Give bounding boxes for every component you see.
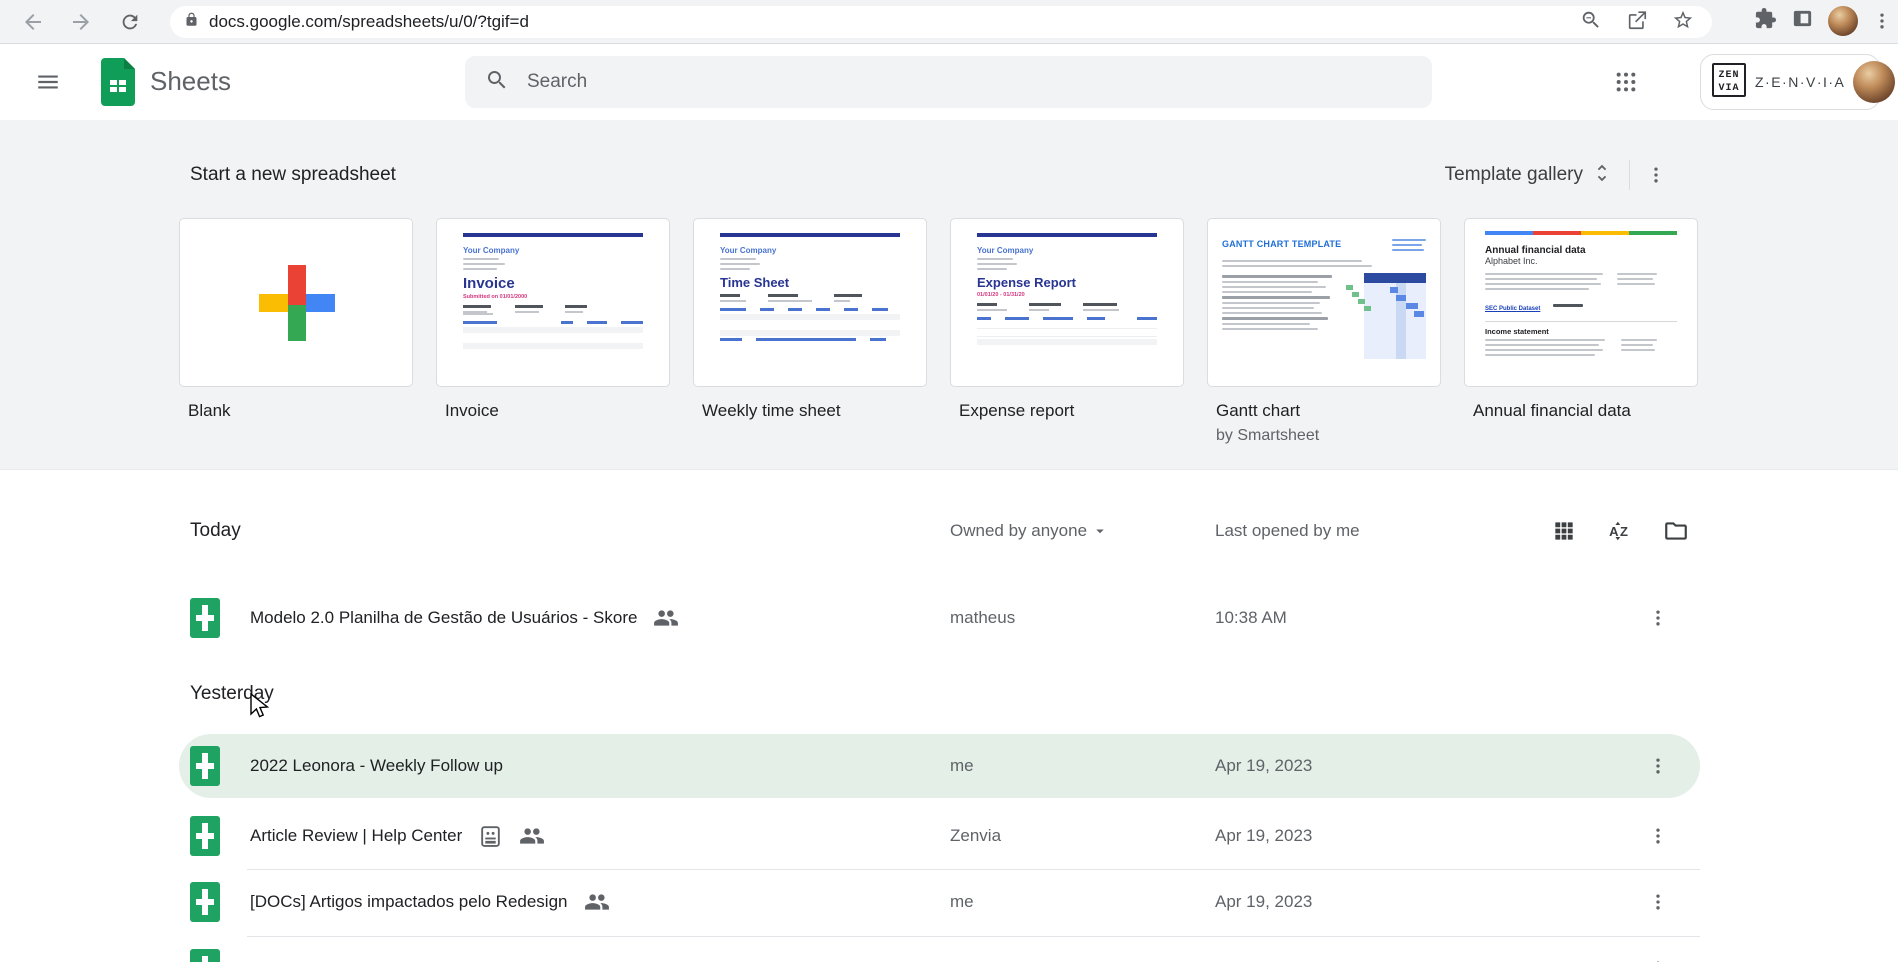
row-menu-icon[interactable] xyxy=(1640,818,1676,854)
extensions-icon[interactable] xyxy=(1754,7,1777,35)
template-gantt-chart[interactable]: GANTT CHART TEMPLATE xyxy=(1207,218,1441,387)
folder-icon[interactable] xyxy=(1662,517,1690,545)
shared-people-icon xyxy=(584,894,609,910)
file-list-header: Today Owned by anyone Last opened by me … xyxy=(179,507,1700,555)
spreadsheet-file-icon xyxy=(190,598,220,643)
file-owner: matheus xyxy=(950,608,1016,627)
file-title: 2022 Leonora - Weekly Follow up xyxy=(250,756,503,775)
dropdown-caret-icon xyxy=(1096,529,1104,534)
template-sublabel: by Smartsheet xyxy=(1216,427,1320,444)
spreadsheet-file-icon xyxy=(190,746,220,791)
grid-view-icon[interactable] xyxy=(1550,517,1578,545)
template-invoice[interactable]: Your Company Invoice Submitted on 01/01/… xyxy=(436,218,670,387)
template-annual-financial-data[interactable]: Annual financial data Alphabet Inc. SEC … xyxy=(1464,218,1698,387)
annual-financial-thumbnail: Annual financial data Alphabet Inc. SEC … xyxy=(1485,231,1677,386)
lock-icon[interactable] xyxy=(184,12,199,32)
template-gallery-label: Template gallery xyxy=(1444,164,1583,185)
account-avatar[interactable] xyxy=(1853,61,1896,103)
file-list-section: Today Owned by anyone Last opened by me … xyxy=(0,471,1898,962)
browser-profile-avatar[interactable] xyxy=(1828,6,1858,36)
template-label: Invoice xyxy=(445,401,499,420)
file-title: [DOCs] Artigos impactados pelo Redesign xyxy=(250,892,568,911)
template-label: Gantt chart xyxy=(1216,401,1301,420)
row-menu-icon[interactable] xyxy=(1640,748,1676,784)
file-opened: Apr 19, 2023 xyxy=(1215,826,1313,845)
section-heading-yesterday: Yesterday xyxy=(190,683,274,704)
file-title: Modelo 2.0 Planilha de Gestão de Usuário… xyxy=(250,608,638,627)
template-label: Annual financial data xyxy=(1473,401,1631,420)
chrome-menu-icon[interactable] xyxy=(1872,11,1892,31)
template-section: Start a new spreadsheet Template gallery xyxy=(0,120,1898,470)
template-gallery-button[interactable]: Template gallery xyxy=(1445,162,1613,189)
template-label: Expense report xyxy=(959,401,1075,420)
spreadsheet-file-icon xyxy=(190,949,220,962)
section-heading-today: Today xyxy=(190,520,241,541)
badge-icon xyxy=(481,825,501,847)
file-opened: 10:38 AM xyxy=(1215,608,1287,627)
template-blank[interactable] xyxy=(179,218,413,387)
app-title: Sheets xyxy=(150,66,231,96)
row-menu-icon[interactable] xyxy=(1640,951,1676,962)
svg-text:VIA: VIA xyxy=(1718,83,1739,94)
plus-icon xyxy=(259,265,335,341)
file-row[interactable]: [DOCs] Artigos impactados pelo Redesign … xyxy=(179,870,1700,934)
zenvia-logo-icon: ZEN VIA xyxy=(1711,62,1747,103)
bookmark-star-icon[interactable] xyxy=(1672,9,1694,36)
expense-report-thumbnail: Your Company Expense Report 01/01/20 - 0… xyxy=(977,233,1157,386)
browser-back-icon[interactable] xyxy=(19,8,47,36)
time-sheet-thumbnail: Your Company Time Sheet xyxy=(720,233,900,386)
svg-text:Z: Z xyxy=(1620,524,1628,539)
search-bar[interactable] xyxy=(465,56,1432,108)
invoice-thumbnail: Your Company Invoice Submitted on 01/01/… xyxy=(463,233,643,386)
browser-reload-icon[interactable] xyxy=(116,8,144,36)
file-owner: me xyxy=(950,892,974,911)
browser-forward-icon[interactable] xyxy=(67,8,95,36)
spreadsheet-file-icon xyxy=(190,882,220,927)
row-menu-icon[interactable] xyxy=(1640,884,1676,920)
account-org-name: Z·E·N·V·I·A xyxy=(1755,74,1846,90)
file-opened: Apr 19, 2023 xyxy=(1215,892,1313,911)
main-menu-icon[interactable] xyxy=(26,60,70,104)
file-row[interactable]: Modelo 2.0 Planilha de Gestão de Usuário… xyxy=(179,586,1700,650)
row-menu-icon[interactable] xyxy=(1640,600,1676,636)
file-row-partial[interactable]: [Attention] Artigos impactados pelo rede… xyxy=(179,937,1700,962)
template-weekly-time-sheet[interactable]: Your Company Time Sheet xyxy=(693,218,927,387)
spreadsheet-file-icon xyxy=(190,816,220,861)
divider xyxy=(1629,160,1630,190)
file-owner: Zenvia xyxy=(950,826,1002,845)
search-input[interactable] xyxy=(527,71,1412,93)
shared-people-icon xyxy=(520,828,545,844)
sheets-logo-icon[interactable] xyxy=(100,58,136,111)
file-opened: Apr 19, 2023 xyxy=(1215,756,1313,775)
file-owner: me xyxy=(950,756,974,775)
gantt-thumbnail: GANTT CHART TEMPLATE xyxy=(1222,239,1426,386)
svg-text:ZEN: ZEN xyxy=(1718,70,1739,81)
file-row[interactable]: Article Review | Help Center Zenvia Apr … xyxy=(179,804,1700,868)
sort-az-icon[interactable]: A Z xyxy=(1606,517,1634,545)
url-text: docs.google.com/spreadsheets/u/0/?tgif=d xyxy=(209,12,529,31)
shared-people-icon xyxy=(654,610,679,626)
share-icon[interactable] xyxy=(1626,9,1648,36)
app-header: Sheets ZEN VIA Z·E·N·V·I·A xyxy=(0,44,1898,120)
zoom-out-icon[interactable] xyxy=(1580,9,1602,36)
browser-toolbar: docs.google.com/spreadsheets/u/0/?tgif=d xyxy=(0,0,1898,44)
svg-text:A: A xyxy=(1609,524,1619,539)
last-opened-label: Last opened by me xyxy=(1215,521,1360,540)
unfold-more-icon xyxy=(1591,162,1613,189)
template-expense-report[interactable]: Your Company Expense Report 01/01/20 - 0… xyxy=(950,218,1184,387)
owner-filter-dropdown[interactable]: Owned by anyone xyxy=(950,521,1109,541)
side-panel-icon[interactable] xyxy=(1791,7,1814,35)
template-label: Blank xyxy=(188,401,231,420)
file-title: Article Review | Help Center xyxy=(250,826,463,845)
address-bar[interactable]: docs.google.com/spreadsheets/u/0/?tgif=d xyxy=(170,6,1712,38)
template-label: Weekly time sheet xyxy=(702,401,841,420)
account-card[interactable]: ZEN VIA Z·E·N·V·I·A xyxy=(1700,54,1896,110)
file-row-highlighted[interactable]: 2022 Leonora - Weekly Follow up me Apr 1… xyxy=(179,734,1700,798)
template-section-title: Start a new spreadsheet xyxy=(190,164,396,185)
search-icon xyxy=(485,68,509,97)
template-section-menu-icon[interactable] xyxy=(1646,165,1666,185)
google-apps-grid-icon[interactable] xyxy=(1606,62,1646,102)
